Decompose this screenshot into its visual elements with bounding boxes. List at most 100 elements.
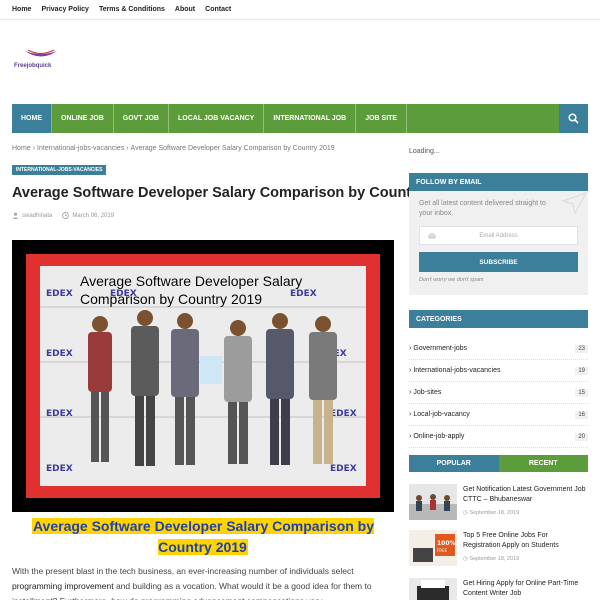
- top-link-terms[interactable]: Terms & Conditions: [99, 6, 165, 13]
- user-icon: [12, 212, 19, 219]
- category-item[interactable]: › Job-sites 15: [409, 382, 588, 404]
- top-link-home[interactable]: Home: [12, 6, 31, 13]
- follow-by-email-widget: Get all latest content delivered straigh…: [409, 191, 588, 295]
- recent-post-date-text: September 18, 2019: [469, 510, 520, 516]
- paper-plane-icon: [561, 191, 588, 215]
- categories-heading: CATEGORIES: [409, 310, 588, 328]
- recent-post-thumbnail: [409, 484, 457, 520]
- post-meta: swadhinata March 06, 2019: [12, 212, 114, 219]
- breadcrumb: Home › International-jobs-vacancies › Averag…: [12, 145, 335, 152]
- categories-list: › Government-jobs 23 › International-jobs-v…: [409, 338, 588, 448]
- site-logo[interactable]: Freejobquick: [12, 48, 82, 74]
- main-nav: HOME ONLINE JOB GOVT JOB LOCAL JOB VACAN…: [12, 104, 588, 133]
- post-hero-image: EDEXEDEXEDEX EDEXEDEX EDEXEDEX EDEXEDEX …: [12, 240, 394, 512]
- loading-text: Loading...: [409, 148, 440, 155]
- clock-icon: [62, 212, 70, 219]
- chevron-right-icon: ›: [409, 433, 412, 440]
- recent-post-title: Get Notification Latest Government Job C…: [463, 486, 586, 503]
- breadcrumb-current: Average Software Developer Salary Compar…: [130, 145, 335, 152]
- intro-link[interactable]: programming improvement: [12, 581, 114, 591]
- recent-post-date-text: September 18, 2019: [469, 556, 520, 562]
- category-count: 19: [575, 366, 588, 375]
- svg-text:100%: 100%: [437, 540, 456, 547]
- chevron-right-icon: ›: [409, 389, 412, 396]
- breadcrumb-separator: ›: [32, 145, 36, 152]
- follow-description: Get all latest content delivered straigh…: [419, 200, 546, 217]
- svg-text:EDEX: EDEX: [46, 409, 73, 419]
- recent-post-item[interactable]: 100% FREE Top 5 Free Online Jobs For Regi…: [409, 530, 588, 570]
- nav-online-job[interactable]: ONLINE JOB: [52, 104, 114, 133]
- category-name: Local-job-vacancy: [413, 411, 470, 418]
- recent-post-title: Get Hiring Apply for Online Part-Time Co…: [463, 580, 579, 597]
- typewriter-image: [409, 578, 457, 600]
- search-button[interactable]: [559, 104, 588, 133]
- recent-post-item[interactable]: Get Hiring Apply for Online Part-Time Co…: [409, 578, 588, 600]
- post-intro: With the present blast in the tech busin…: [12, 564, 394, 600]
- recent-post-thumbnail: [409, 578, 457, 600]
- no-spam-note: Don't worry we don't spam: [419, 277, 484, 283]
- nav-local-job-vacancy[interactable]: LOCAL JOB VACANCY: [169, 104, 265, 133]
- category-count: 23: [575, 344, 588, 353]
- chevron-right-icon: ›: [409, 367, 412, 374]
- post-label-tag[interactable]: INTERNATIONAL-JOBS-VACANCIES: [12, 165, 107, 175]
- chevron-right-icon: ›: [409, 411, 412, 418]
- post-title: Average Software Developer Salary Compar…: [12, 185, 462, 201]
- category-name: International-jobs-vacancies: [413, 367, 501, 374]
- recent-post-date: ◷ September 18, 2019: [463, 510, 519, 516]
- recent-post-title: Top 5 Free Online Jobs For Registration …: [463, 532, 559, 549]
- logo-swoosh-icon: [25, 49, 57, 57]
- recent-post-date: ◷ September 18, 2019: [463, 556, 519, 562]
- popular-recent-tabs: POPULAR RECENT: [409, 455, 588, 472]
- nav-international-job[interactable]: INTERNATIONAL JOB: [264, 104, 357, 133]
- svg-text:EDEX: EDEX: [330, 464, 357, 474]
- top-link-about[interactable]: About: [175, 6, 195, 13]
- office-people-image: [409, 484, 457, 520]
- recent-post-item[interactable]: Get Notification Latest Government Job C…: [409, 484, 588, 524]
- top-link-contact[interactable]: Contact: [205, 6, 231, 13]
- tab-popular[interactable]: POPULAR: [409, 455, 499, 472]
- post-author[interactable]: swadhinata: [12, 212, 52, 219]
- email-placeholder: Email Address: [479, 232, 518, 239]
- category-name: Job-sites: [413, 389, 442, 396]
- laptop-100-percent-image: 100%FREE: [409, 530, 457, 566]
- svg-text:EDEX: EDEX: [46, 289, 73, 299]
- envelope-icon: [428, 233, 436, 239]
- category-item[interactable]: › Government-jobs 23: [409, 338, 588, 360]
- breadcrumb-home[interactable]: Home: [12, 145, 31, 152]
- post-subheadline: Average Software Developer Salary Compar…: [12, 516, 394, 558]
- category-count: 16: [575, 410, 588, 419]
- recent-post-thumbnail: 100% FREE: [409, 530, 457, 566]
- nav-govt-job[interactable]: GOVT JOB: [114, 104, 169, 133]
- category-name: Online-job-apply: [413, 433, 465, 440]
- post-date: March 06, 2019: [62, 212, 114, 219]
- svg-text:FREE: FREE: [437, 548, 448, 553]
- nav-job-site[interactable]: JOB SITE: [356, 104, 408, 133]
- intro-text-1: With the present blast in the tech busin…: [12, 566, 354, 576]
- svg-text:EDEX: EDEX: [46, 464, 73, 474]
- svg-text:EDEX: EDEX: [330, 409, 357, 419]
- search-icon: [568, 113, 579, 124]
- category-item[interactable]: › International-jobs-vacancies 19: [409, 360, 588, 382]
- svg-text:EDEX: EDEX: [46, 349, 73, 359]
- subscribe-button[interactable]: SUBSCRIBE: [419, 252, 578, 272]
- category-count: 15: [575, 388, 588, 397]
- top-menu: Home Privacy Policy Terms & Conditions A…: [0, 0, 600, 20]
- group-photo: EDEXEDEXEDEX EDEXEDEX EDEXEDEX EDEXEDEX …: [40, 266, 366, 486]
- email-input[interactable]: Email Address: [419, 226, 578, 245]
- tab-recent[interactable]: RECENT: [498, 455, 588, 472]
- breadcrumb-category[interactable]: International-jobs-vacancies: [37, 145, 124, 152]
- chevron-right-icon: ›: [409, 345, 412, 352]
- top-link-privacy[interactable]: Privacy Policy: [41, 6, 88, 13]
- post-subheadline-text: Average Software Developer Salary Compar…: [31, 518, 375, 555]
- logo-text: Freejobquick: [14, 63, 52, 69]
- breadcrumb-separator: ›: [126, 145, 129, 152]
- nav-home[interactable]: HOME: [12, 104, 52, 133]
- hero-caption: Average Software Developer Salary Compar…: [80, 273, 303, 307]
- follow-by-email-heading: FOLLOW BY EMAIL: [409, 173, 588, 191]
- category-name: Government-jobs: [413, 345, 468, 352]
- post-date-text: March 06, 2019: [72, 212, 115, 219]
- category-item[interactable]: › Online-job-apply 20: [409, 426, 588, 448]
- category-count: 20: [575, 432, 588, 441]
- post-author-name: swadhinata: [22, 212, 53, 219]
- category-item[interactable]: › Local-job-vacancy 16: [409, 404, 588, 426]
